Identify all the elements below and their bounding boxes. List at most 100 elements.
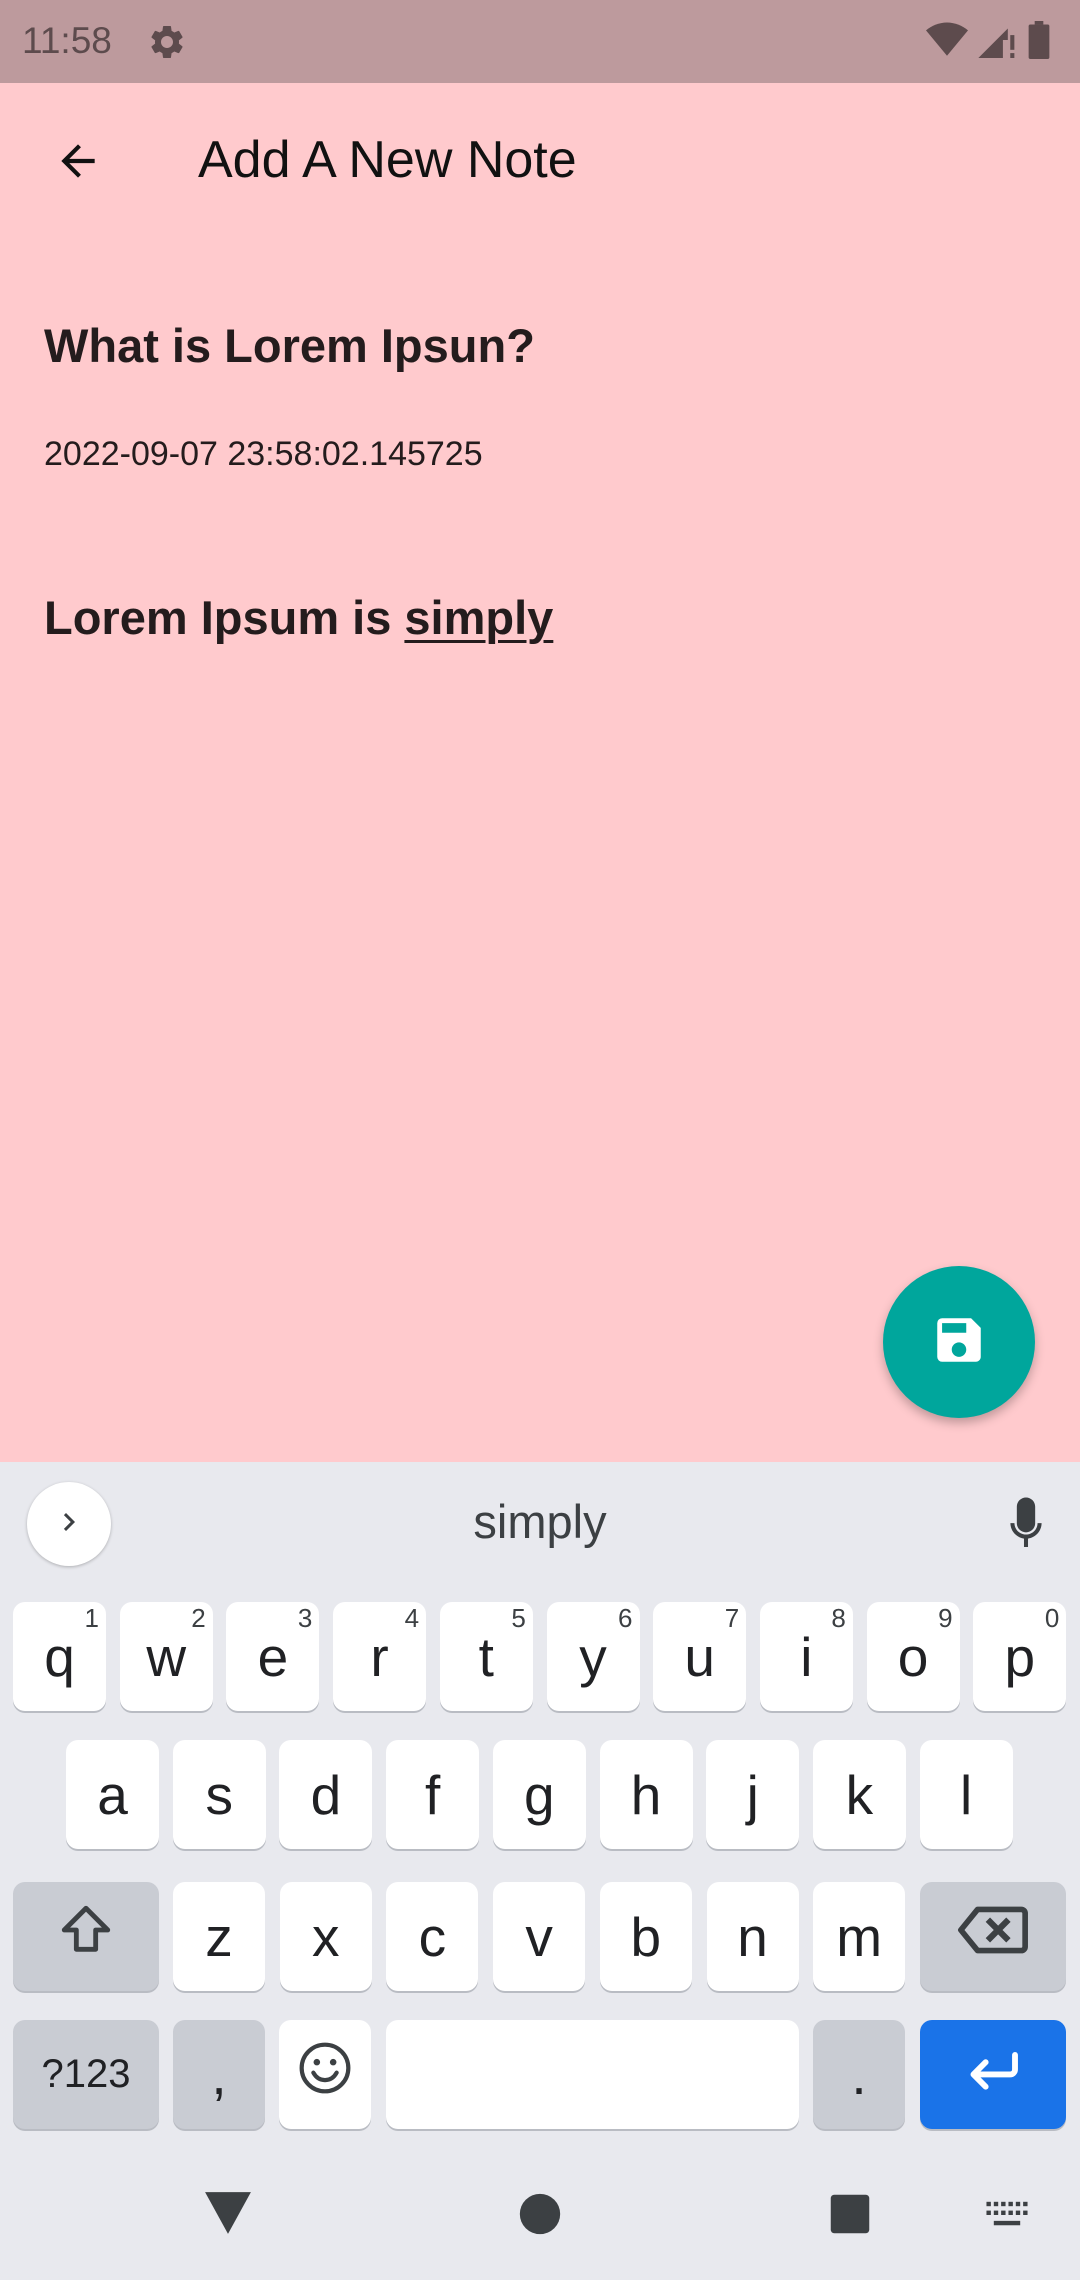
key-j[interactable]: j xyxy=(706,1740,800,1849)
key-number-hint: 3 xyxy=(297,1603,313,1633)
key-number-hint: 7 xyxy=(724,1603,740,1633)
key-number-hint: 6 xyxy=(618,1603,633,1633)
status-bar: 11:58 xyxy=(0,0,1080,83)
key-h[interactable]: h xyxy=(599,1740,693,1849)
back-button[interactable] xyxy=(38,123,118,203)
key-label: r xyxy=(370,1625,389,1688)
status-time: 11:58 xyxy=(22,20,112,61)
emoji-key[interactable] xyxy=(279,2020,371,2129)
key-label: n xyxy=(737,1905,768,1968)
key-label: i xyxy=(800,1625,813,1688)
shift-icon xyxy=(55,1901,117,1972)
key-label: o xyxy=(897,1625,929,1688)
key-number-hint: 0 xyxy=(1044,1603,1060,1633)
key-y[interactable]: y6 xyxy=(546,1602,640,1711)
note-date: 2022-09-07 23:58:02.145725 xyxy=(44,435,483,473)
key-a[interactable]: a xyxy=(66,1740,159,1849)
key-number-hint: 1 xyxy=(84,1603,99,1633)
microphone-icon xyxy=(1004,1496,1048,1559)
key-number-hint: 5 xyxy=(511,1603,526,1633)
soft-keyboard: simply q1w2e3r4t5y6u7i8o9p0 asdfghjkl zx… xyxy=(0,1462,1080,2280)
settings-gear-icon xyxy=(147,22,187,62)
page-title: Add A New Note xyxy=(198,131,577,189)
note-body-text: Lorem Ipsum is xyxy=(44,591,405,644)
key-label: k xyxy=(845,1763,874,1826)
wifi-icon xyxy=(926,22,968,63)
key-label: b xyxy=(630,1905,662,1968)
symbols-key[interactable]: ?123 xyxy=(13,2020,159,2129)
key-q[interactable]: q1 xyxy=(13,1602,106,1711)
voice-input-button[interactable] xyxy=(996,1492,1056,1562)
key-l[interactable]: l xyxy=(919,1740,1013,1849)
emoji-icon xyxy=(297,2040,353,2109)
note-title-field[interactable]: What is Lorem Ipsun? xyxy=(44,318,535,373)
key-label: p xyxy=(1004,1625,1036,1688)
navigation-bar xyxy=(0,2160,1080,2280)
key-m[interactable]: m xyxy=(813,1882,906,1991)
key-k[interactable]: k xyxy=(812,1740,906,1849)
backspace-icon xyxy=(957,1903,1029,1970)
key-label: g xyxy=(524,1763,555,1826)
battery-icon xyxy=(1028,20,1050,64)
key-label: c xyxy=(418,1905,447,1968)
key-label: h xyxy=(630,1763,662,1826)
enter-icon xyxy=(963,2043,1023,2107)
key-o[interactable]: o9 xyxy=(866,1602,960,1711)
nav-recents-square-icon[interactable] xyxy=(829,2193,871,2240)
key-label: d xyxy=(310,1763,342,1826)
nav-back-triangle-icon[interactable] xyxy=(203,2190,253,2241)
key-d[interactable]: d xyxy=(279,1740,373,1849)
key-label: j xyxy=(746,1763,759,1826)
key-s[interactable]: s xyxy=(172,1740,266,1849)
key-label: w xyxy=(146,1625,187,1688)
key-u[interactable]: u7 xyxy=(653,1602,747,1711)
period-key[interactable]: . xyxy=(813,2020,905,2129)
key-label: s xyxy=(205,1763,233,1826)
app-bar: Add A New Note xyxy=(0,83,1080,239)
save-button[interactable] xyxy=(883,1266,1035,1418)
key-label: q xyxy=(44,1625,75,1688)
space-key[interactable] xyxy=(386,2020,799,2129)
key-p[interactable]: p0 xyxy=(973,1602,1067,1711)
key-z[interactable]: z xyxy=(173,1882,265,1991)
key-number-hint: 4 xyxy=(404,1603,420,1633)
note-body-field[interactable]: Lorem Ipsum is simply xyxy=(44,590,553,645)
key-i[interactable]: i8 xyxy=(759,1602,853,1711)
key-n[interactable]: n xyxy=(706,1882,799,1991)
key-label: t xyxy=(478,1625,494,1688)
key-label: f xyxy=(424,1763,441,1826)
save-icon xyxy=(930,1311,988,1374)
key-number-hint: 2 xyxy=(191,1603,206,1633)
key-label: v xyxy=(525,1905,553,1968)
comma-key[interactable]: , xyxy=(173,2020,265,2129)
key-label: a xyxy=(97,1763,128,1826)
key-label: x xyxy=(311,1905,340,1968)
keyboard-switch-icon[interactable] xyxy=(985,2200,1029,2235)
key-w[interactable]: w2 xyxy=(119,1602,213,1711)
key-label: y xyxy=(579,1625,607,1688)
enter-key[interactable] xyxy=(920,2020,1066,2129)
arrow-back-icon xyxy=(53,136,103,191)
backspace-key[interactable] xyxy=(920,1882,1066,1991)
key-v[interactable]: v xyxy=(493,1882,586,1991)
key-b[interactable]: b xyxy=(599,1882,692,1991)
key-f[interactable]: f xyxy=(386,1740,480,1849)
key-label: e xyxy=(257,1625,289,1688)
key-label: m xyxy=(836,1905,883,1968)
key-x[interactable]: x xyxy=(279,1882,372,1991)
status-icons xyxy=(926,20,1050,64)
suggestion-strip: simply xyxy=(0,1462,1080,1582)
key-t[interactable]: t5 xyxy=(439,1602,533,1711)
key-number-hint: 9 xyxy=(938,1603,953,1633)
shift-key[interactable] xyxy=(13,1882,159,1991)
key-r[interactable]: r4 xyxy=(333,1602,427,1711)
nav-home-circle-icon[interactable] xyxy=(518,2192,562,2241)
key-label: l xyxy=(959,1763,973,1826)
suggestion-word[interactable]: simply xyxy=(0,1494,1080,1549)
key-number-hint: 8 xyxy=(831,1603,846,1633)
key-g[interactable]: g xyxy=(492,1740,586,1849)
key-c[interactable]: c xyxy=(386,1882,479,1991)
note-body-composing-word: simply xyxy=(404,591,554,644)
key-label: z xyxy=(205,1905,233,1968)
key-e[interactable]: e3 xyxy=(226,1602,320,1711)
